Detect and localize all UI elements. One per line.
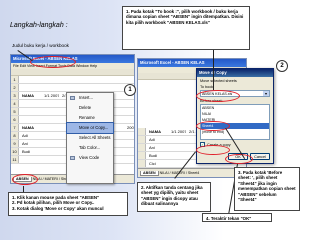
menu-item-rename[interactable]: Rename [67,113,113,123]
menu-item-select-all-sheets[interactable]: Select All Sheets [67,133,113,143]
menu-item-tab-color[interactable]: Tab Color... [67,143,113,153]
code-icon [70,156,75,160]
name-cell[interactable]: Adi [148,136,168,143]
row-number: 3 [11,92,19,99]
header-cell[interactable]: 1/1 2007 [170,128,186,135]
sheet-tab-sheet4[interactable]: Sheet4 [188,171,199,175]
callout-step-3: 3. Pada kotak 'Before sheet: ', pilih sh… [234,167,300,211]
menu-item-delete[interactable]: Delete [67,103,113,113]
absen-tab-highlight [12,174,38,185]
header-cell[interactable]: 1/1 2007 [43,92,59,99]
table-row: 1 [11,76,134,84]
dialog-title: Move or Copy [197,69,273,77]
row-number: 9 [11,140,19,147]
checkbox-highlight [196,145,230,155]
sheet-tab-absen[interactable]: ABSEN [140,171,159,176]
name-cell[interactable]: Cici [148,160,168,167]
menu-item-insert[interactable]: Insert... [67,93,113,103]
move-selected-label: Move selected sheets [200,79,237,83]
row-number: 6 [11,116,19,123]
name-cell[interactable]: Budi [148,152,168,159]
row-number: 10 [11,148,19,155]
workbook-title-highlight [30,56,76,68]
name-cell[interactable]: Adi [21,132,41,139]
row-number: 11 [11,156,19,163]
table-row: 2 [11,84,134,92]
workbook-title-label: Judul buku kerja / workbook [12,43,69,48]
callout-steps-right-click: 1. Klik kanan mouse pada sheet "ABSEN" 2… [8,192,128,216]
row-number: 4 [11,100,19,107]
name-cell[interactable]: Ani [21,140,41,147]
sheet-tab-materi[interactable]: MATERI [45,177,58,181]
excel-toolbar[interactable] [11,69,134,76]
row-number: 7 [11,124,19,131]
step-badge-1: 1 [124,84,136,96]
name-cell[interactable]: Ani [148,144,168,151]
menu-item-view-code[interactable]: View Code [67,153,113,163]
ok-highlight [225,154,253,164]
step-badge-2: 2 [276,60,288,72]
row-number: 5 [11,108,19,115]
to-book-label: To book: [200,85,215,89]
cancel-button[interactable]: Cancel [250,153,270,160]
menu-item-move-or-copy[interactable]: Move or Copy... [66,122,114,134]
name-cell[interactable]: Budi [21,148,41,155]
steps-heading: Langkah-langkah : [10,22,68,29]
header-cell[interactable]: NAMA [21,92,41,99]
chevron-down-icon[interactable]: ▾ [263,91,269,96]
excel-title-bar: Microsoft Excel - ABSEN KELAS [138,59,246,67]
callout-step-2: 2. Aktifkan tanda centang jika sheet yg … [137,182,211,212]
header-cell[interactable]: NAMA [148,128,168,135]
year-cell[interactable]: 2007 [126,124,134,131]
leader-line [213,50,214,90]
sheet-tab-nilai[interactable]: NILAI [160,171,169,175]
row-number: 1 [11,76,19,83]
callout-step-4: 4. Teraktir tekan "OK" [202,213,272,222]
insert-icon [70,96,75,100]
row-number: 2 [11,84,19,91]
row-number: 8 [11,132,19,139]
sheet-context-menu: Insert... Delete Rename Move or Copy... … [66,92,114,184]
to-book-highlight [196,90,240,102]
callout-step-1: 1. Pada kotak "To book :", pilih workboo… [122,6,250,50]
name-header-cell[interactable]: NAMA [21,124,41,131]
sheet-tab-bar: ABSEN NILAI / MATERI / Sheet4 [138,168,246,177]
